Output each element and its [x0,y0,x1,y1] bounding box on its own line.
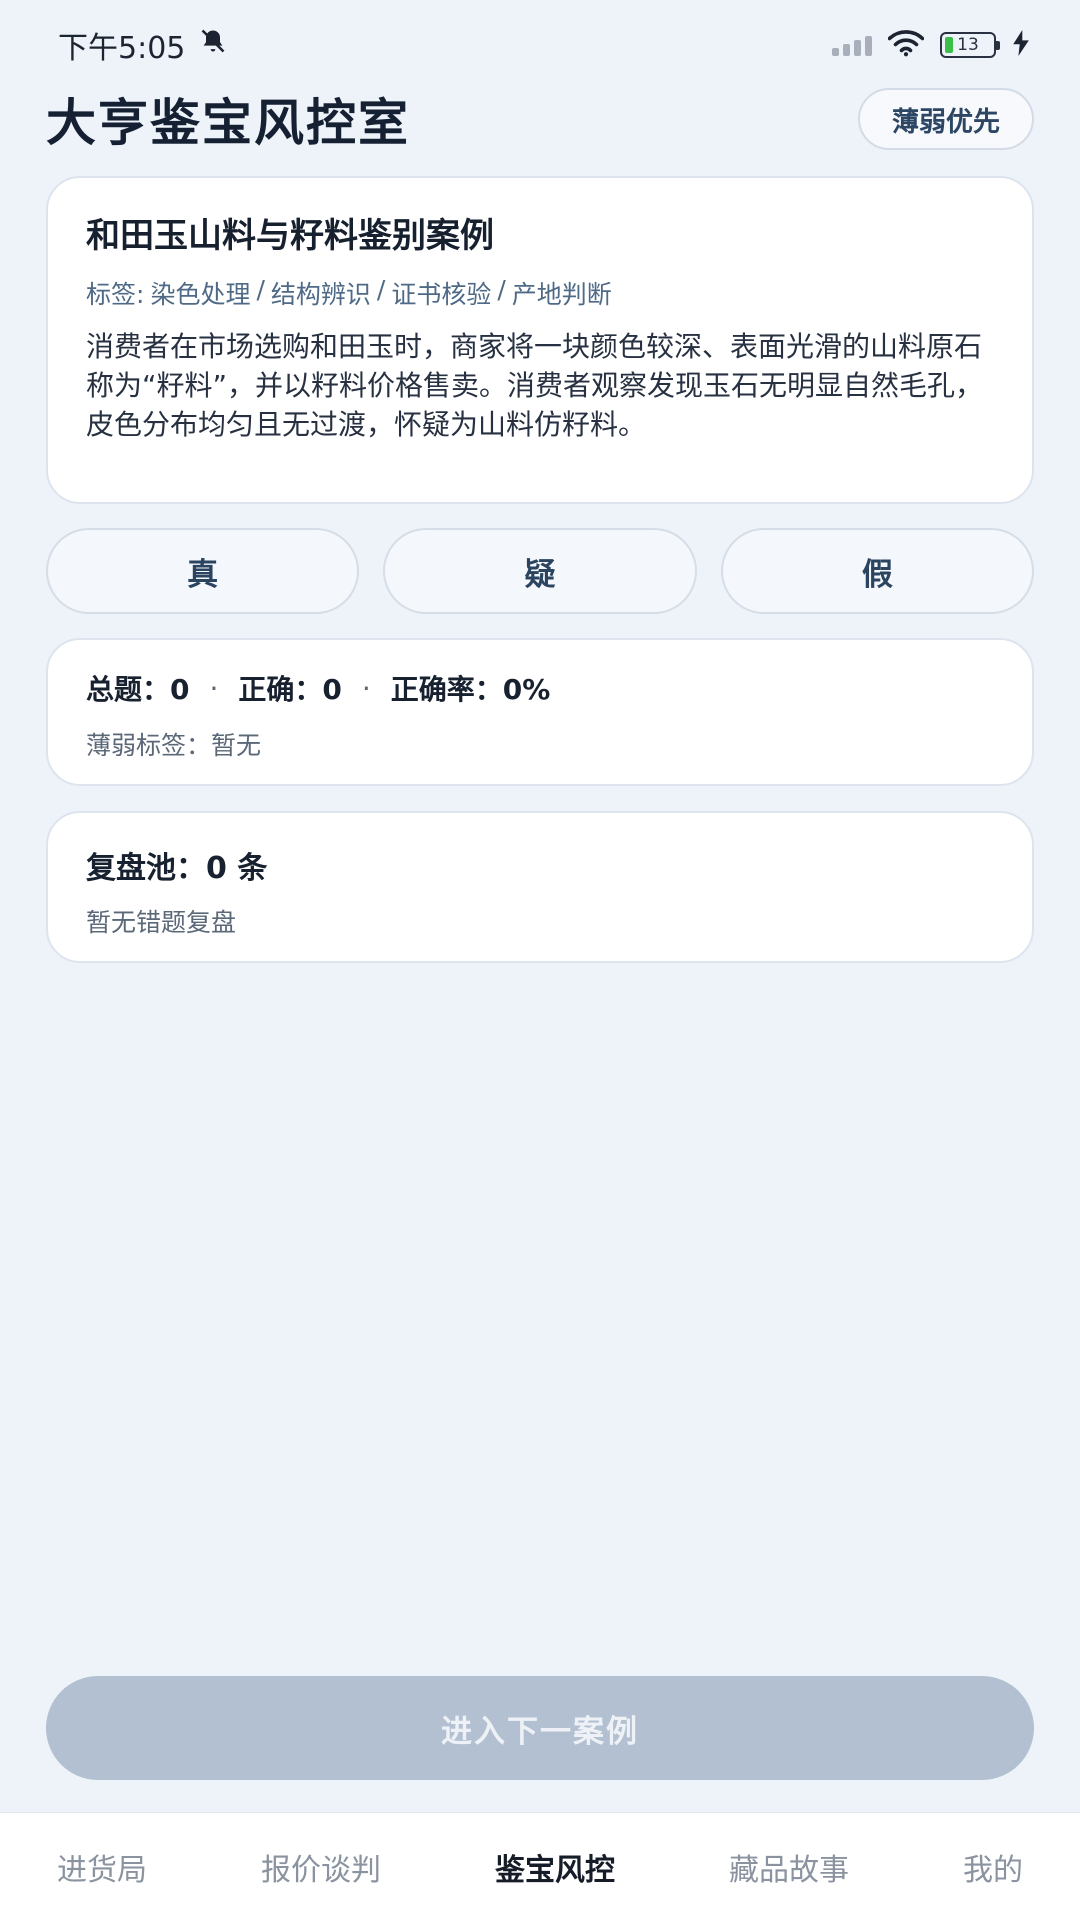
review-card: 复盘池：0 条 暂无错题复盘 [46,811,1034,963]
case-title: 和田玉山料与籽料鉴别案例 [86,216,494,256]
correct-rate: 正确率：0% [390,673,551,706]
status-bar: 下午5:05 13 [0,0,1080,90]
tag-separator: / [376,275,386,304]
tags-label: 标签: [86,280,145,309]
separator: · [361,671,371,705]
weak-tags: 薄弱标签：暂无 [86,731,262,760]
page-title: 大亨鉴宝风控室 [46,94,410,152]
app-screen: 下午5:05 13 大亨鉴宝风控室 薄弱优先 和田玉山料与籽料鉴别案例 标签: … [0,0,1080,1920]
nav-item-negotiation[interactable]: 报价谈判 [261,1845,381,1889]
nav-item-mine[interactable]: 我的 [963,1845,1023,1889]
answer-real-button[interactable]: 真 [46,528,360,614]
tag: 证书核验 [391,280,492,309]
tag: 产地判断 [511,280,612,309]
bottom-nav: 进货局 报价谈判 鉴宝风控 藏品故事 我的 [0,1812,1080,1920]
correct-count: 正确：0 [238,673,342,706]
tag: 结构辨识 [270,280,371,309]
weak-first-button[interactable]: 薄弱优先 [858,88,1034,150]
wifi-icon [887,29,925,61]
status-right: 13 [832,29,1030,61]
answer-doubt-button[interactable]: 疑 [383,528,697,614]
tag-separator: / [256,275,265,304]
separator: · [209,671,219,705]
stats-card: 总题：0 · 正确：0 · 正确率：0% 薄弱标签：暂无 [46,638,1034,786]
battery-icon: 13 [940,32,1000,58]
header: 大亨鉴宝风控室 薄弱优先 [46,84,1034,154]
nav-item-stock[interactable]: 进货局 [57,1845,147,1889]
case-card: 和田玉山料与籽料鉴别案例 标签: 染色处理 / 结构辨识 / 证书核验 / 产地… [46,176,1034,504]
case-tags: 标签: 染色处理 / 结构辨识 / 证书核验 / 产地判断 [86,275,994,311]
tag: 染色处理 [150,280,251,309]
answer-fake-button[interactable]: 假 [720,528,1034,614]
answer-row: 真 疑 假 [46,528,1034,614]
nav-item-appraisal[interactable]: 鉴宝风控 [495,1845,615,1889]
stats-line: 总题：0 · 正确：0 · 正确率：0% [86,668,994,708]
charging-icon [1012,30,1030,60]
signal-icon [832,34,872,56]
status-time: 下午5:05 [58,31,186,66]
battery-level: 13 [957,35,979,55]
bell-muted-icon [199,27,227,63]
next-case-button[interactable]: 进入下一案例 [46,1676,1034,1780]
tag-separator: / [497,275,506,304]
case-description: 消费者在市场选购和田玉时，商家将一块颜色较深、表面光滑的山料原石称为“籽料”，并… [86,330,984,441]
review-pool-title: 复盘池：0 条 [86,851,268,886]
nav-item-stories[interactable]: 藏品故事 [729,1845,849,1889]
review-empty-text: 暂无错题复盘 [86,908,237,937]
status-left: 下午5:05 [58,23,227,67]
total-count: 总题：0 [86,673,190,706]
